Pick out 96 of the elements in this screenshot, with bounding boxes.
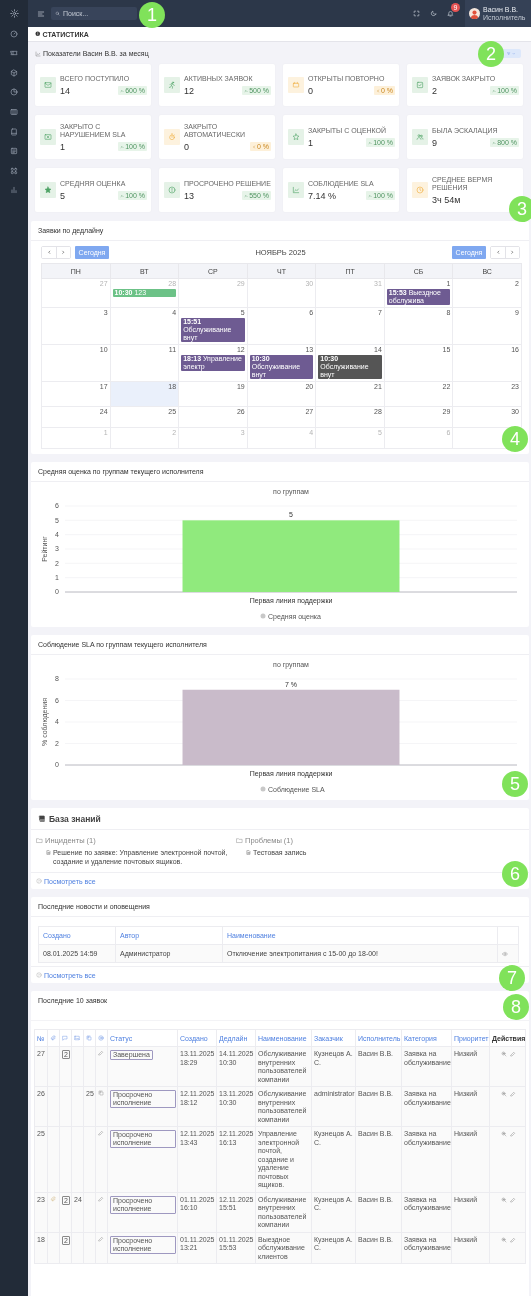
folder-icon — [36, 837, 43, 844]
step-marker: 3 — [509, 196, 531, 222]
chevron-up-icon — [492, 88, 497, 93]
step-marker: 4 — [502, 426, 528, 452]
stat-value: 9 — [432, 137, 437, 148]
chevron-up-icon — [492, 140, 497, 145]
zoom-icon[interactable] — [500, 1196, 507, 1203]
book-icon — [38, 814, 46, 823]
bell-icon[interactable] — [447, 10, 454, 17]
list-icon[interactable] — [10, 147, 18, 156]
fullscreen-icon[interactable] — [413, 10, 420, 17]
pencil-icon[interactable] — [509, 1236, 516, 1243]
image-icon — [74, 1035, 80, 1041]
stat-value: 3ч 54м — [432, 194, 461, 205]
info-icon — [35, 31, 41, 37]
line-chart-icon — [292, 186, 300, 194]
arrow-circle-icon — [36, 878, 42, 884]
alert-icon — [168, 186, 176, 194]
chevron-left-icon — [46, 250, 52, 255]
calendar-icon — [292, 81, 300, 89]
chevron-left-icon — [375, 88, 380, 93]
moon-icon[interactable] — [430, 10, 437, 17]
target-icon — [98, 1035, 104, 1041]
step-marker: 5 — [502, 771, 528, 797]
chevron-up-icon — [368, 193, 373, 198]
users-icon — [416, 133, 424, 141]
stat-value: 5 — [60, 190, 65, 201]
comment-icon — [62, 1035, 68, 1041]
chevron-up-icon — [368, 140, 373, 145]
columns-icon[interactable] — [10, 107, 18, 116]
chevron-right-icon — [510, 250, 515, 255]
gauge-icon[interactable] — [10, 29, 18, 38]
grid-icon[interactable] — [10, 166, 18, 175]
zoom-icon[interactable] — [500, 1051, 507, 1057]
pencil-icon[interactable] — [509, 1091, 516, 1097]
card-title: База знаний — [49, 813, 101, 824]
chevron-right-icon — [61, 250, 66, 255]
pencil-icon[interactable] — [509, 1196, 516, 1203]
document-icon — [246, 849, 251, 855]
step-marker: 1 — [139, 2, 165, 28]
chevron-up-icon — [244, 193, 249, 198]
pencil-icon[interactable] — [509, 1051, 516, 1057]
menu-icon[interactable] — [37, 9, 45, 18]
paperclip-icon — [50, 1195, 56, 1202]
zoom-icon[interactable] — [500, 1236, 507, 1243]
eye-icon[interactable] — [502, 950, 508, 957]
chevron-up-icon — [120, 193, 125, 198]
step-marker: 7 — [499, 965, 525, 991]
stat-value: 2 — [432, 85, 437, 96]
bar-chart-icon[interactable] — [10, 186, 18, 195]
chevron-up-icon — [120, 144, 125, 149]
gear-icon — [9, 9, 19, 18]
folder-icon — [236, 837, 243, 844]
stat-value: 12 — [184, 85, 194, 96]
envelope-icon — [44, 81, 52, 89]
star-icon — [292, 133, 300, 141]
chevron-left-icon — [495, 250, 501, 255]
copy-icon — [86, 1035, 92, 1041]
line-chart-icon — [35, 50, 41, 57]
avatar-icon — [469, 8, 480, 19]
step-marker: 8 — [503, 994, 529, 1020]
cross-box-icon — [44, 133, 52, 141]
step-marker: 6 — [502, 861, 528, 887]
zoom-icon[interactable] — [500, 1091, 507, 1097]
stat-value: 13 — [184, 190, 194, 201]
column-header[interactable] — [83, 1029, 96, 1047]
clock-icon — [416, 186, 424, 194]
chevron-up-icon — [244, 88, 249, 93]
stat-value: 0 — [184, 141, 189, 152]
chevron-left-icon — [251, 144, 256, 149]
runner-icon — [168, 81, 176, 89]
stat-value: 7.14 % — [308, 190, 337, 201]
timer-icon — [168, 133, 176, 141]
cube-icon[interactable] — [10, 68, 18, 77]
chevron-up-icon — [120, 88, 125, 93]
next-button[interactable] — [56, 247, 70, 258]
column-header[interactable] — [59, 1029, 72, 1047]
ticket-icon[interactable] — [10, 49, 18, 58]
tablet-icon[interactable] — [10, 127, 18, 136]
arrow-circle-icon — [36, 972, 42, 978]
star-icon — [44, 186, 52, 194]
pie-chart-icon[interactable] — [10, 88, 18, 97]
stat-value: 0 — [308, 85, 313, 96]
column-header[interactable] — [47, 1029, 60, 1047]
stat-value: 14 — [60, 85, 70, 96]
stat-value: 1 — [308, 137, 313, 148]
checkbox-icon — [416, 81, 424, 89]
document-icon — [46, 849, 51, 855]
stat-value: 1 — [60, 141, 65, 152]
next-button[interactable] — [505, 247, 519, 258]
column-header[interactable] — [71, 1029, 84, 1047]
step-marker: 2 — [478, 41, 504, 67]
paperclip-icon — [50, 1035, 56, 1041]
column-header[interactable] — [95, 1029, 108, 1047]
zoom-icon[interactable] — [500, 1131, 507, 1137]
pencil-icon[interactable] — [509, 1131, 516, 1137]
